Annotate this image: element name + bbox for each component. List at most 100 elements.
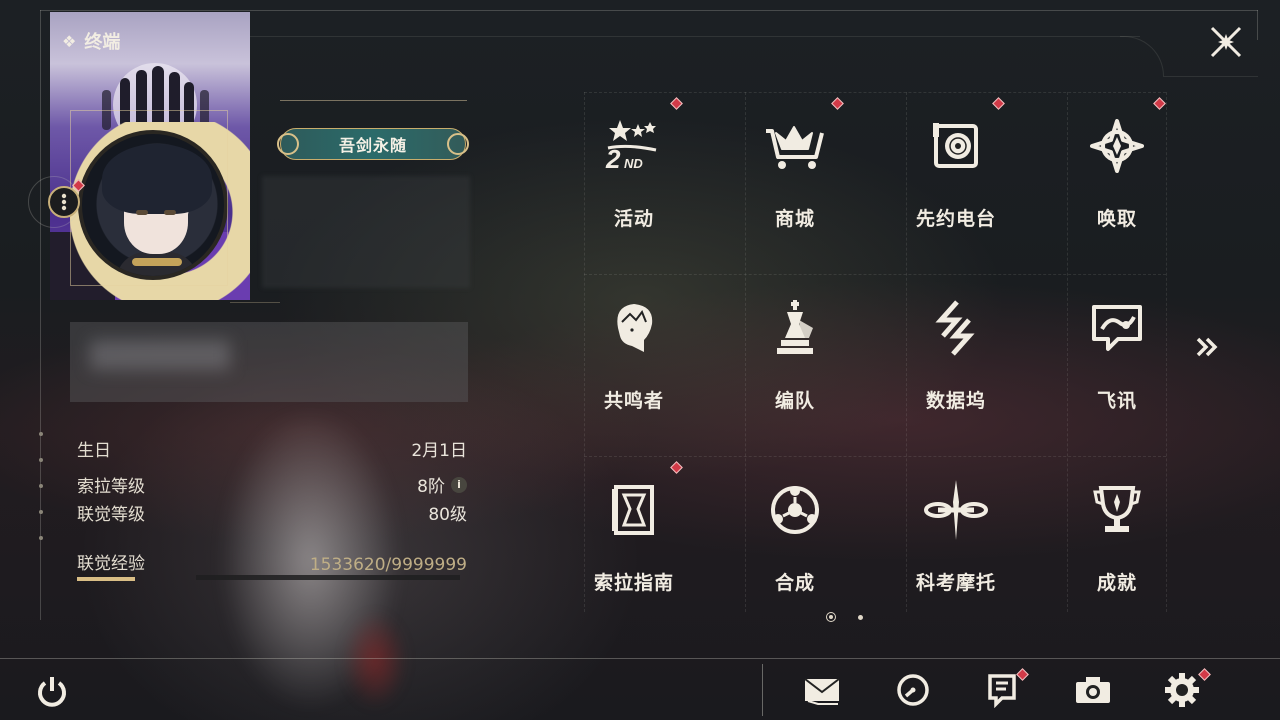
menu-label: 先约电台 [915, 208, 996, 230]
terminal-title-text: 终端 [84, 32, 121, 53]
settings-gear-icon [1165, 673, 1199, 707]
title-badge-left-ornament [277, 133, 299, 155]
sola-level-label: 索拉等级 [77, 477, 145, 497]
power-button[interactable] [30, 670, 74, 714]
close-button[interactable] [1208, 24, 1244, 60]
notice-icon [988, 674, 1016, 708]
menu-label: 共鸣者 [603, 390, 664, 412]
menu-item-guidebook[interactable]: 索拉指南 [553, 460, 715, 630]
camera-icon [1076, 677, 1110, 703]
resonator-portrait-icon [617, 304, 653, 352]
terminal-title: ❖ 终端 [62, 28, 120, 54]
motorbike-icon [924, 480, 988, 540]
notification-dot [1016, 668, 1029, 681]
menu-item-achievements[interactable]: 成就 [1036, 460, 1198, 630]
name-divider [280, 100, 467, 101]
camera-button[interactable] [1071, 668, 1115, 712]
sola-level-value: 8阶 [417, 477, 445, 497]
grid-line [584, 92, 1166, 93]
next-page-button[interactable] [1192, 336, 1222, 364]
inner-top-line [250, 36, 1140, 37]
notification-dot [1153, 97, 1166, 110]
menu-label: 数据坞 [925, 390, 986, 412]
grid-line [584, 274, 1166, 275]
sola-level-row: 索拉等级 8阶 i [77, 472, 467, 497]
menu-label: 索拉指南 [593, 572, 674, 594]
shop-cart-icon [766, 126, 824, 169]
menu-label: 活动 [613, 208, 654, 230]
timer-button[interactable] [891, 668, 935, 712]
union-level-row: 联觉等级 80级 [77, 500, 467, 525]
menu-item-motorbike[interactable]: 科考摩托 [875, 460, 1037, 630]
menu-item-radio[interactable]: 先约电台 [875, 96, 1037, 266]
birthday-value: 2月1日 [411, 441, 467, 461]
radio-icon [933, 123, 978, 168]
trophy-icon [1093, 486, 1141, 532]
menu-item-convene[interactable]: 唤取 [1036, 96, 1198, 266]
notification-dot [831, 97, 844, 110]
svg-text:ND: ND [624, 156, 643, 171]
menu-label: 唤取 [1096, 208, 1137, 230]
notification-dot [670, 97, 683, 110]
menu-item-team[interactable]: 编队 [714, 278, 876, 448]
union-exp-value: 1533620/9999999 [309, 555, 467, 575]
message-bubble-icon [1092, 305, 1142, 351]
notification-dot [670, 461, 683, 474]
menu-label: 合成 [774, 572, 815, 594]
union-level-label: 联觉等级 [77, 505, 145, 525]
frame-right-line [1257, 10, 1258, 40]
union-level-value: 80级 [428, 505, 467, 525]
menu-label: 科考摩托 [915, 572, 996, 594]
data-bank-icon [935, 300, 975, 356]
menu-label: 编队 [774, 390, 815, 412]
bottom-divider [0, 658, 1280, 659]
close-icon [1210, 26, 1242, 58]
card-divider [230, 302, 280, 303]
avatar-frame [70, 110, 228, 286]
bottom-separator [762, 664, 763, 716]
settings-button[interactable] [1160, 668, 1211, 712]
guidebook-icon [612, 485, 654, 535]
page-indicator [826, 612, 863, 622]
menu-item-data-bank[interactable]: 数据坞 [875, 278, 1037, 448]
union-exp-bar [196, 575, 460, 580]
convene-compass-icon [1090, 119, 1144, 173]
double-chevron-right-icon [1196, 337, 1218, 357]
menu-label: 飞讯 [1096, 390, 1137, 412]
menu-label: 商城 [774, 208, 815, 230]
menu-item-shop[interactable]: 商城 [714, 96, 876, 266]
title-badge-text: 吾剑永随 [338, 136, 407, 155]
union-exp-label: 联觉经验 [77, 549, 145, 581]
title-badge-right-ornament [447, 133, 469, 155]
mail-icon [804, 678, 840, 705]
info-icon[interactable]: i [451, 476, 467, 493]
events-2nd-icon: 2 ND [605, 120, 657, 174]
menu-item-resonators[interactable]: 共鸣者 [553, 278, 715, 448]
mail-button[interactable] [800, 668, 844, 712]
title-badge[interactable]: 吾剑永随 [277, 128, 469, 160]
page-dot[interactable] [858, 614, 863, 620]
clock-icon [897, 674, 929, 706]
player-name-area [262, 176, 470, 288]
menu-item-events[interactable]: 2 ND 活动 [553, 96, 715, 266]
power-icon [38, 677, 66, 707]
frame-top-line [40, 10, 1258, 11]
notification-dot [992, 97, 1005, 110]
more-vertical-icon [61, 193, 67, 211]
signature-text-blurred [90, 340, 230, 370]
inner-corner-curve [1120, 36, 1164, 76]
notice-button[interactable] [980, 668, 1029, 712]
page-dot-active[interactable] [826, 612, 836, 622]
side-decoration [36, 432, 46, 562]
background-figure-accent [330, 600, 420, 720]
menu-item-messages[interactable]: 飞讯 [1036, 278, 1198, 448]
menu-label: 成就 [1096, 572, 1137, 594]
birthday-label: 生日 [77, 441, 111, 461]
inner-right-line [1163, 76, 1258, 77]
menu-item-synthesis[interactable]: 合成 [714, 460, 876, 630]
more-options-button[interactable] [48, 186, 80, 218]
synthesis-icon [771, 486, 819, 534]
diamond-grid-icon: ❖ [62, 31, 77, 51]
team-chess-icon [777, 300, 813, 354]
birthday-row: 生日 2月1日 [77, 436, 467, 461]
